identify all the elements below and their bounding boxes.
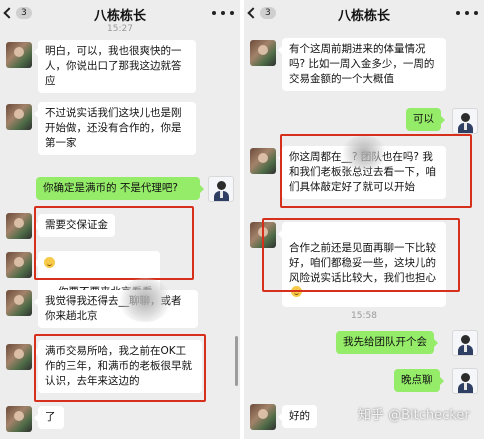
timestamp: 15:27 xyxy=(107,24,133,34)
message-bubble: 有个这周前期进来的体量情况吗? 比如一周入金多少，一周的交易金额的一个大概值 xyxy=(278,38,446,91)
dot-icon xyxy=(221,11,225,15)
smile-emoji-icon xyxy=(44,257,55,268)
message-bubble: 满币交易所哈，我之前在OK工作的三年，和满币的老板很早就认识，去年来这边的 xyxy=(34,340,202,393)
chat-title: 八栋栋长 xyxy=(337,9,390,24)
chat-header: 3 八栋栋长 xyxy=(0,0,240,26)
message-bubble: 不过说实话我们这块儿也是刚开始做，还没有合作的，你是第一家 xyxy=(34,102,196,155)
contact-avatar[interactable] xyxy=(6,406,32,432)
contact-avatar[interactable] xyxy=(6,344,32,370)
more-options-button[interactable] xyxy=(456,5,478,21)
avatar-head xyxy=(461,335,470,344)
redaction-blur xyxy=(340,136,388,170)
self-avatar[interactable] xyxy=(452,330,478,356)
contact-avatar[interactable] xyxy=(6,104,32,130)
chat-title: 八栋栋长 xyxy=(93,9,146,24)
chat-panel-right: 3 八栋栋长 有个这周前期进来的体量情况吗? 比如一周入金多少，一周的交易金额的… xyxy=(244,0,484,439)
message-bubble: 了 xyxy=(34,406,64,429)
dot-icon xyxy=(474,11,478,15)
contact-avatar[interactable] xyxy=(250,404,276,430)
avatar-head xyxy=(461,373,470,382)
dot-icon xyxy=(230,11,234,15)
contact-avatar[interactable] xyxy=(250,222,276,248)
self-avatar[interactable] xyxy=(208,176,234,202)
message-bubble: 需要交保证金 xyxy=(34,214,115,237)
message-bubble-self: 你确定是满币的 不是代理吧? xyxy=(36,177,204,200)
dot-icon xyxy=(212,11,216,15)
message-bubble-self: 我先给团队开个会 xyxy=(336,331,438,354)
message-bubble: 明白，可以，我也很爽快的一人，你说出口了那我这边就答应 xyxy=(34,40,196,93)
self-avatar[interactable] xyxy=(452,368,478,394)
avatar-tie xyxy=(464,345,467,352)
avatar-tie xyxy=(464,123,467,130)
avatar-head xyxy=(461,113,470,122)
chat-header: 3 八栋栋长 xyxy=(244,0,484,26)
message-bubble-self: 可以 xyxy=(406,108,445,131)
contact-avatar[interactable] xyxy=(6,252,32,278)
watermark: 知乎 @Bitchecker xyxy=(358,408,470,423)
redaction-blur xyxy=(118,278,172,322)
message-bubble: 好的 xyxy=(278,405,317,428)
message-bubble: 合作之前还是见面再聊一下比较好，咱们都稳妥一些，这块儿的风险说实话比较大，我们也… xyxy=(278,222,446,307)
contact-avatar[interactable] xyxy=(6,42,32,68)
avatar-tie xyxy=(464,383,467,390)
self-avatar[interactable] xyxy=(452,108,478,134)
contact-avatar[interactable] xyxy=(250,148,276,174)
avatar-head xyxy=(217,181,226,190)
smile-emoji-icon xyxy=(291,286,302,297)
chat-panel-left: 3 八栋栋长 15:27 明白，可以，我也很爽快的一人，你说出口了那我这边就答应… xyxy=(0,0,240,439)
dot-icon xyxy=(456,11,460,15)
more-options-button[interactable] xyxy=(212,5,234,21)
avatar-tie xyxy=(220,191,223,198)
timestamp: 15:58 xyxy=(351,311,377,321)
dot-icon xyxy=(465,11,469,15)
contact-avatar[interactable] xyxy=(6,213,32,239)
message-text: 合作之前还是见面再聊一下比较好，咱们都稳妥一些，这块儿的风险说实话比较大，我们也… xyxy=(289,242,436,284)
contact-avatar[interactable] xyxy=(6,290,32,316)
scrollbar[interactable] xyxy=(235,336,238,386)
message-bubble-self: 晚点聊 xyxy=(394,369,443,392)
contact-avatar[interactable] xyxy=(250,40,276,66)
